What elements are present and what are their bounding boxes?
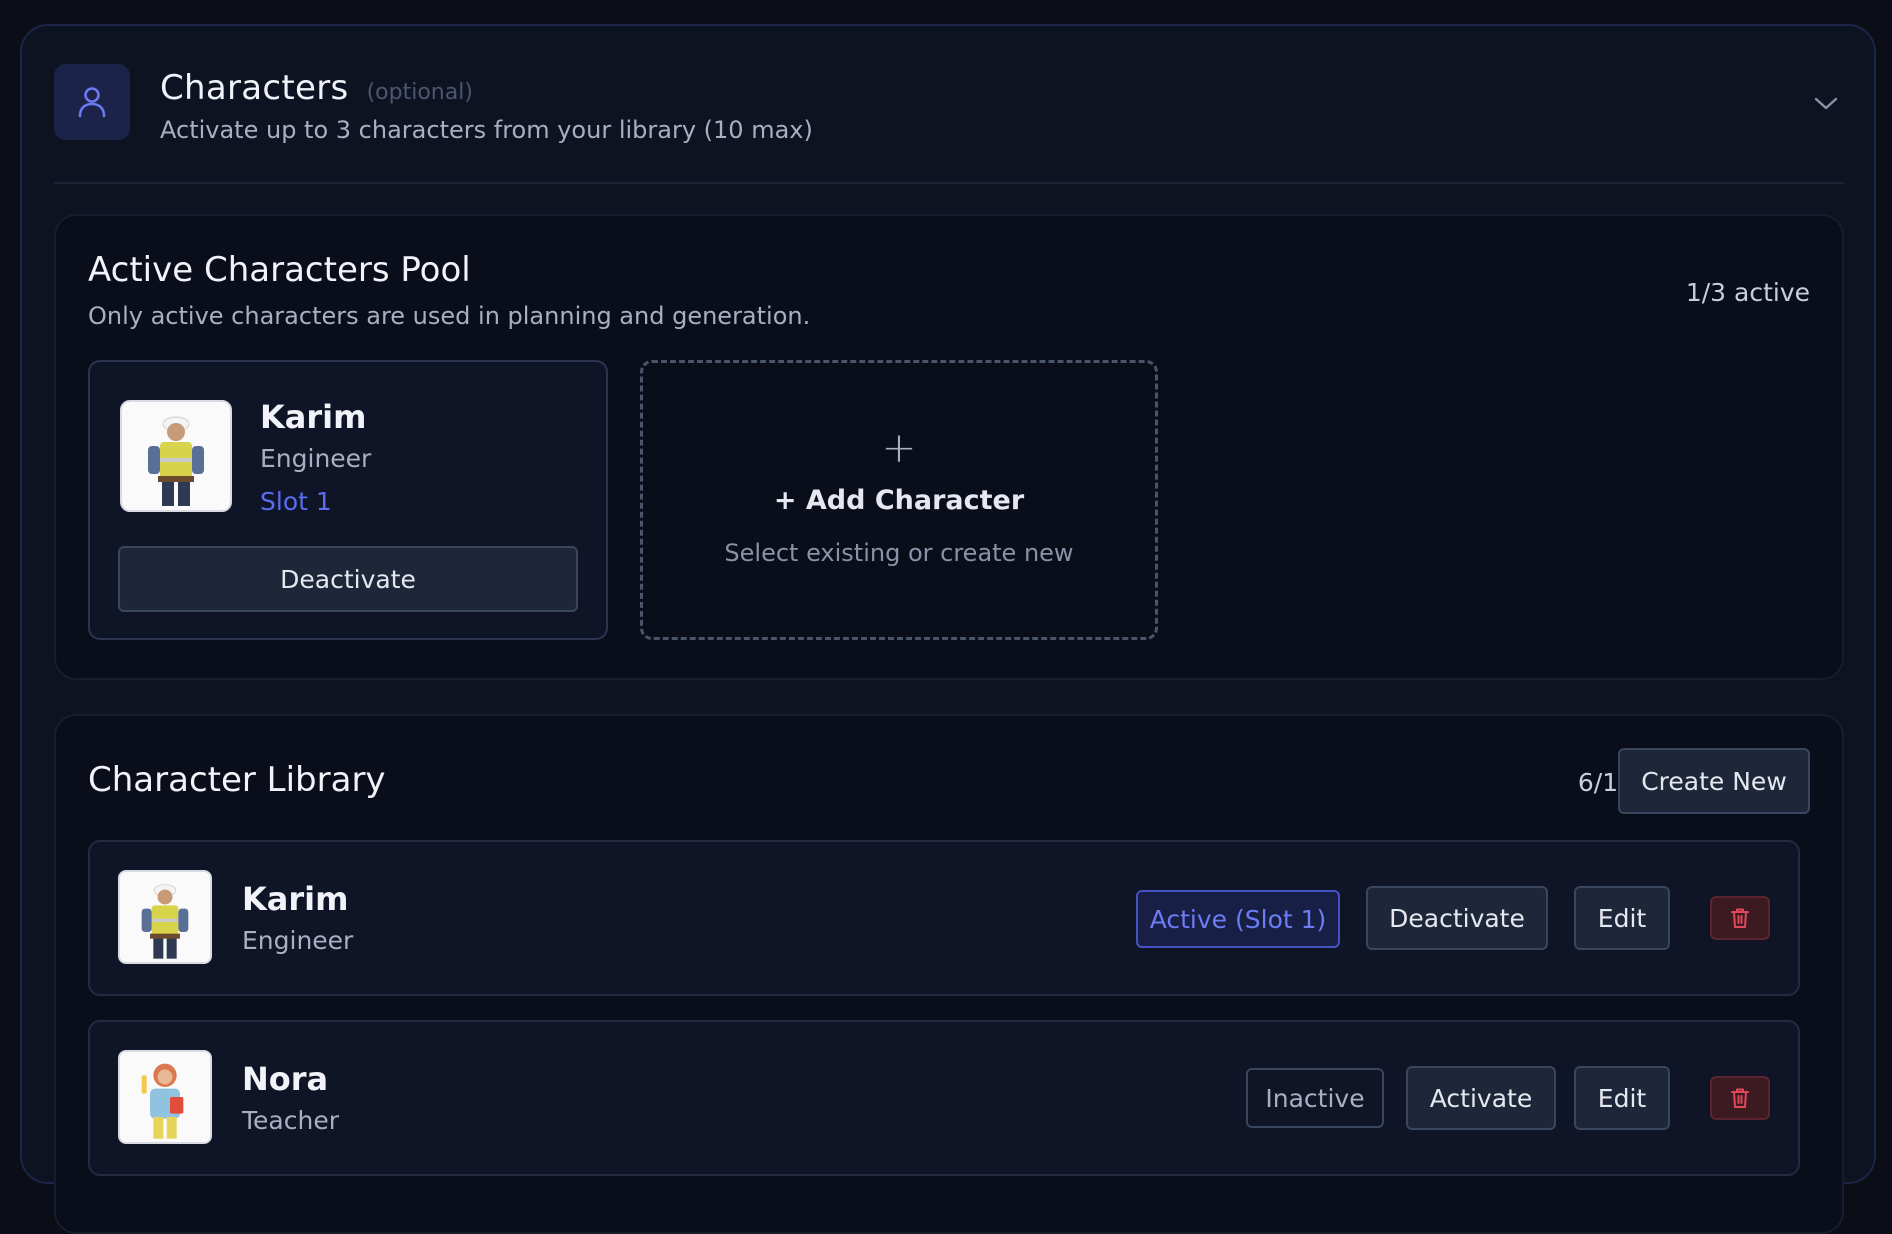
avatar	[118, 870, 212, 964]
character-library: Character Library 6/10 Create New Karim …	[54, 714, 1844, 1234]
section-header[interactable]: Characters (optional) Activate up to 3 c…	[54, 64, 1844, 184]
active-character-card: Karim Engineer Slot 1 Deactivate	[88, 360, 608, 640]
create-new-button[interactable]: Create New	[1618, 748, 1810, 814]
section-subtitle: Activate up to 3 characters from your li…	[160, 116, 813, 144]
library-title: Character Library	[88, 760, 386, 800]
active-count: 1/3 active	[1685, 278, 1810, 307]
section-title: Characters	[160, 68, 349, 108]
trash-icon[interactable]	[1710, 1076, 1770, 1120]
chevron-down-icon[interactable]	[1812, 90, 1840, 118]
status-badge: Inactive	[1246, 1068, 1384, 1128]
optional-tag: (optional)	[366, 80, 473, 105]
status-badge: Active (Slot 1)	[1136, 890, 1340, 948]
avatar	[118, 1050, 212, 1144]
pool-title: Active Characters Pool	[88, 250, 471, 290]
list-item: Karim Engineer Active (Slot 1) Deactivat…	[88, 840, 1800, 996]
active-characters-pool: Active Characters Pool Only active chara…	[54, 214, 1844, 680]
deactivate-button[interactable]: Deactivate	[1366, 886, 1548, 950]
character-role: Teacher	[242, 1106, 339, 1135]
characters-section: Characters (optional) Activate up to 3 c…	[20, 24, 1876, 1234]
edit-button[interactable]: Edit	[1574, 886, 1670, 950]
character-role: Engineer	[260, 444, 372, 473]
add-character-title: + Add Character	[773, 485, 1025, 516]
character-name: Nora	[242, 1060, 329, 1098]
avatar	[120, 400, 232, 512]
trash-icon[interactable]	[1710, 896, 1770, 940]
character-role: Engineer	[242, 926, 354, 955]
add-character-card[interactable]: + + Add Character Select existing or cre…	[640, 360, 1158, 640]
add-character-subtitle: Select existing or create new	[724, 539, 1074, 567]
list-item: Nora Teacher Inactive Activate Edit	[88, 1020, 1800, 1176]
deactivate-button[interactable]: Deactivate	[118, 546, 578, 612]
character-name: Karim	[242, 880, 349, 918]
character-name: Karim	[260, 398, 367, 436]
activate-button[interactable]: Activate	[1406, 1066, 1556, 1130]
character-slot: Slot 1	[260, 487, 332, 516]
plus-icon: +	[881, 423, 917, 472]
edit-button[interactable]: Edit	[1574, 1066, 1670, 1130]
user-icon	[54, 64, 130, 140]
pool-subtitle: Only active characters are used in plann…	[88, 302, 811, 330]
